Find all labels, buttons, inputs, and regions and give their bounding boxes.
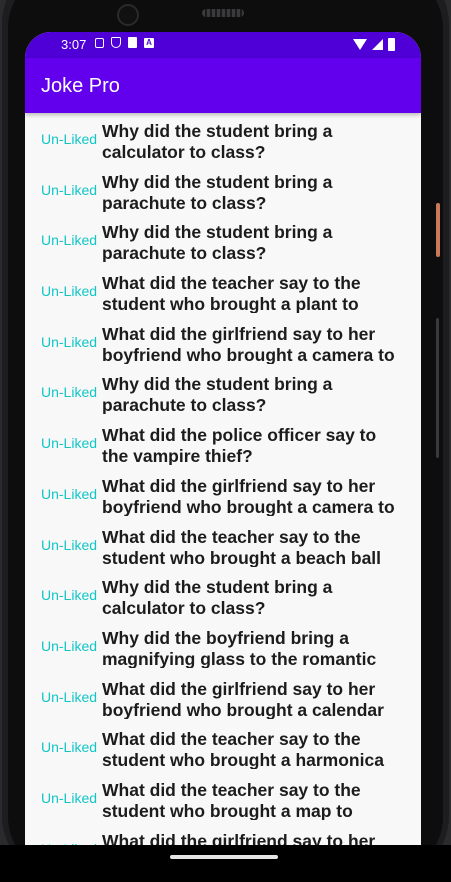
sim-card-icon: [128, 37, 137, 48]
like-status-label[interactable]: Un-Liked: [41, 537, 97, 553]
screen-icon: [95, 37, 104, 48]
joke-row[interactable]: Un-Liked Why did the student bring a para…: [25, 164, 421, 215]
joke-text: Why did the student bring a parachute to…: [102, 222, 333, 263]
joke-row[interactable]: Un-Liked Why did the boyfriend bring a ma…: [25, 620, 421, 671]
joke-text: Why did the student bring a calculator t…: [102, 577, 333, 618]
joke-text: What did the teacher say to the student …: [102, 729, 384, 770]
navigation-bar: [0, 845, 451, 882]
app-title: Joke Pro: [41, 75, 120, 97]
like-status-label[interactable]: Un-Liked: [41, 638, 97, 654]
phone-screen: 3:07 A Joke Pro Un-Liked Why did the stud…: [25, 32, 421, 845]
like-status-label[interactable]: Un-Liked: [41, 587, 97, 603]
like-status-label[interactable]: Un-Liked: [41, 384, 97, 400]
joke-row[interactable]: Un-Liked What did the police officer say …: [25, 417, 421, 468]
shield-icon: [111, 37, 121, 48]
joke-text: What did the girlfriend say to her: [102, 830, 376, 845]
joke-row[interactable]: Un-Liked Why did the student bring a para…: [25, 366, 421, 417]
status-icons-right: [353, 38, 395, 51]
joke-text: What did the girlfriend say to her boyfr…: [102, 678, 384, 719]
like-status-label[interactable]: Un-Liked: [41, 790, 97, 806]
like-status-label[interactable]: Un-Liked: [41, 283, 97, 299]
joke-row[interactable]: Un-Liked What did the teacher say to the …: [25, 519, 421, 570]
a-icon: A: [144, 37, 154, 48]
like-status-label[interactable]: Un-Liked: [41, 334, 97, 350]
battery-icon: [388, 38, 395, 51]
joke-text: Why did the student bring a calculator t…: [102, 121, 333, 161]
joke-row[interactable]: Un-Liked What did the teacher say to the …: [25, 265, 421, 316]
joke-row[interactable]: Un-Liked What did the girlfriend say to h…: [25, 468, 421, 519]
like-status-label[interactable]: Un-Liked: [41, 689, 97, 705]
like-status-label[interactable]: Un-Liked: [41, 739, 97, 755]
joke-row[interactable]: Un-LikedWhat did the girlfriend say to h…: [25, 823, 421, 845]
joke-text: Why did the student bring a parachute to…: [102, 171, 333, 212]
joke-row[interactable]: Un-Liked What did the girlfriend say to h…: [25, 671, 421, 722]
wifi-icon: [353, 39, 367, 50]
joke-text: What did the teacher say to the student …: [102, 273, 361, 314]
status-icons-left: A: [95, 37, 154, 48]
power-button: [436, 203, 440, 257]
like-status-label[interactable]: Un-Liked: [41, 182, 97, 198]
status-time: 3:07: [61, 37, 87, 52]
joke-text: What did the teacher say to the student …: [102, 526, 382, 567]
joke-row[interactable]: Un-Liked Why did the student bring a calc…: [25, 113, 421, 164]
joke-row[interactable]: Un-Liked What did the girlfriend say to h…: [25, 316, 421, 367]
like-status-label[interactable]: Un-Liked: [41, 486, 97, 502]
joke-text: What did the police officer say to the v…: [102, 425, 377, 466]
joke-row[interactable]: Un-Liked Why did the student bring a para…: [25, 214, 421, 265]
joke-text: Why did the student bring a parachute to…: [102, 374, 333, 415]
joke-text: What did the girlfriend say to her boyfr…: [102, 475, 395, 516]
joke-text: What did the teacher say to the student …: [102, 779, 361, 820]
joke-text: Why did the boyfriend bring a magnifying…: [102, 627, 377, 668]
like-status-label[interactable]: Un-Liked: [41, 435, 97, 451]
joke-row[interactable]: Un-Liked What did the teacher say to the …: [25, 721, 421, 772]
signal-icon: [372, 39, 383, 50]
joke-text: What did the girlfriend say to her boyfr…: [102, 323, 395, 364]
joke-list[interactable]: Un-Liked Why did the student bring a calc…: [25, 113, 421, 845]
like-status-label[interactable]: Un-Liked: [41, 131, 97, 147]
joke-row[interactable]: Un-Liked Why did the student bring a calc…: [25, 569, 421, 620]
app-bar: Joke Pro: [25, 58, 421, 113]
joke-row[interactable]: Un-Liked What did the teacher say to the …: [25, 772, 421, 823]
earpiece-speaker: [202, 9, 244, 17]
status-bar: 3:07 A: [25, 32, 421, 58]
home-gesture-pill[interactable]: [170, 855, 278, 859]
like-status-label[interactable]: Un-Liked: [41, 232, 97, 248]
front-camera: [117, 4, 139, 26]
volume-button: [436, 318, 439, 458]
